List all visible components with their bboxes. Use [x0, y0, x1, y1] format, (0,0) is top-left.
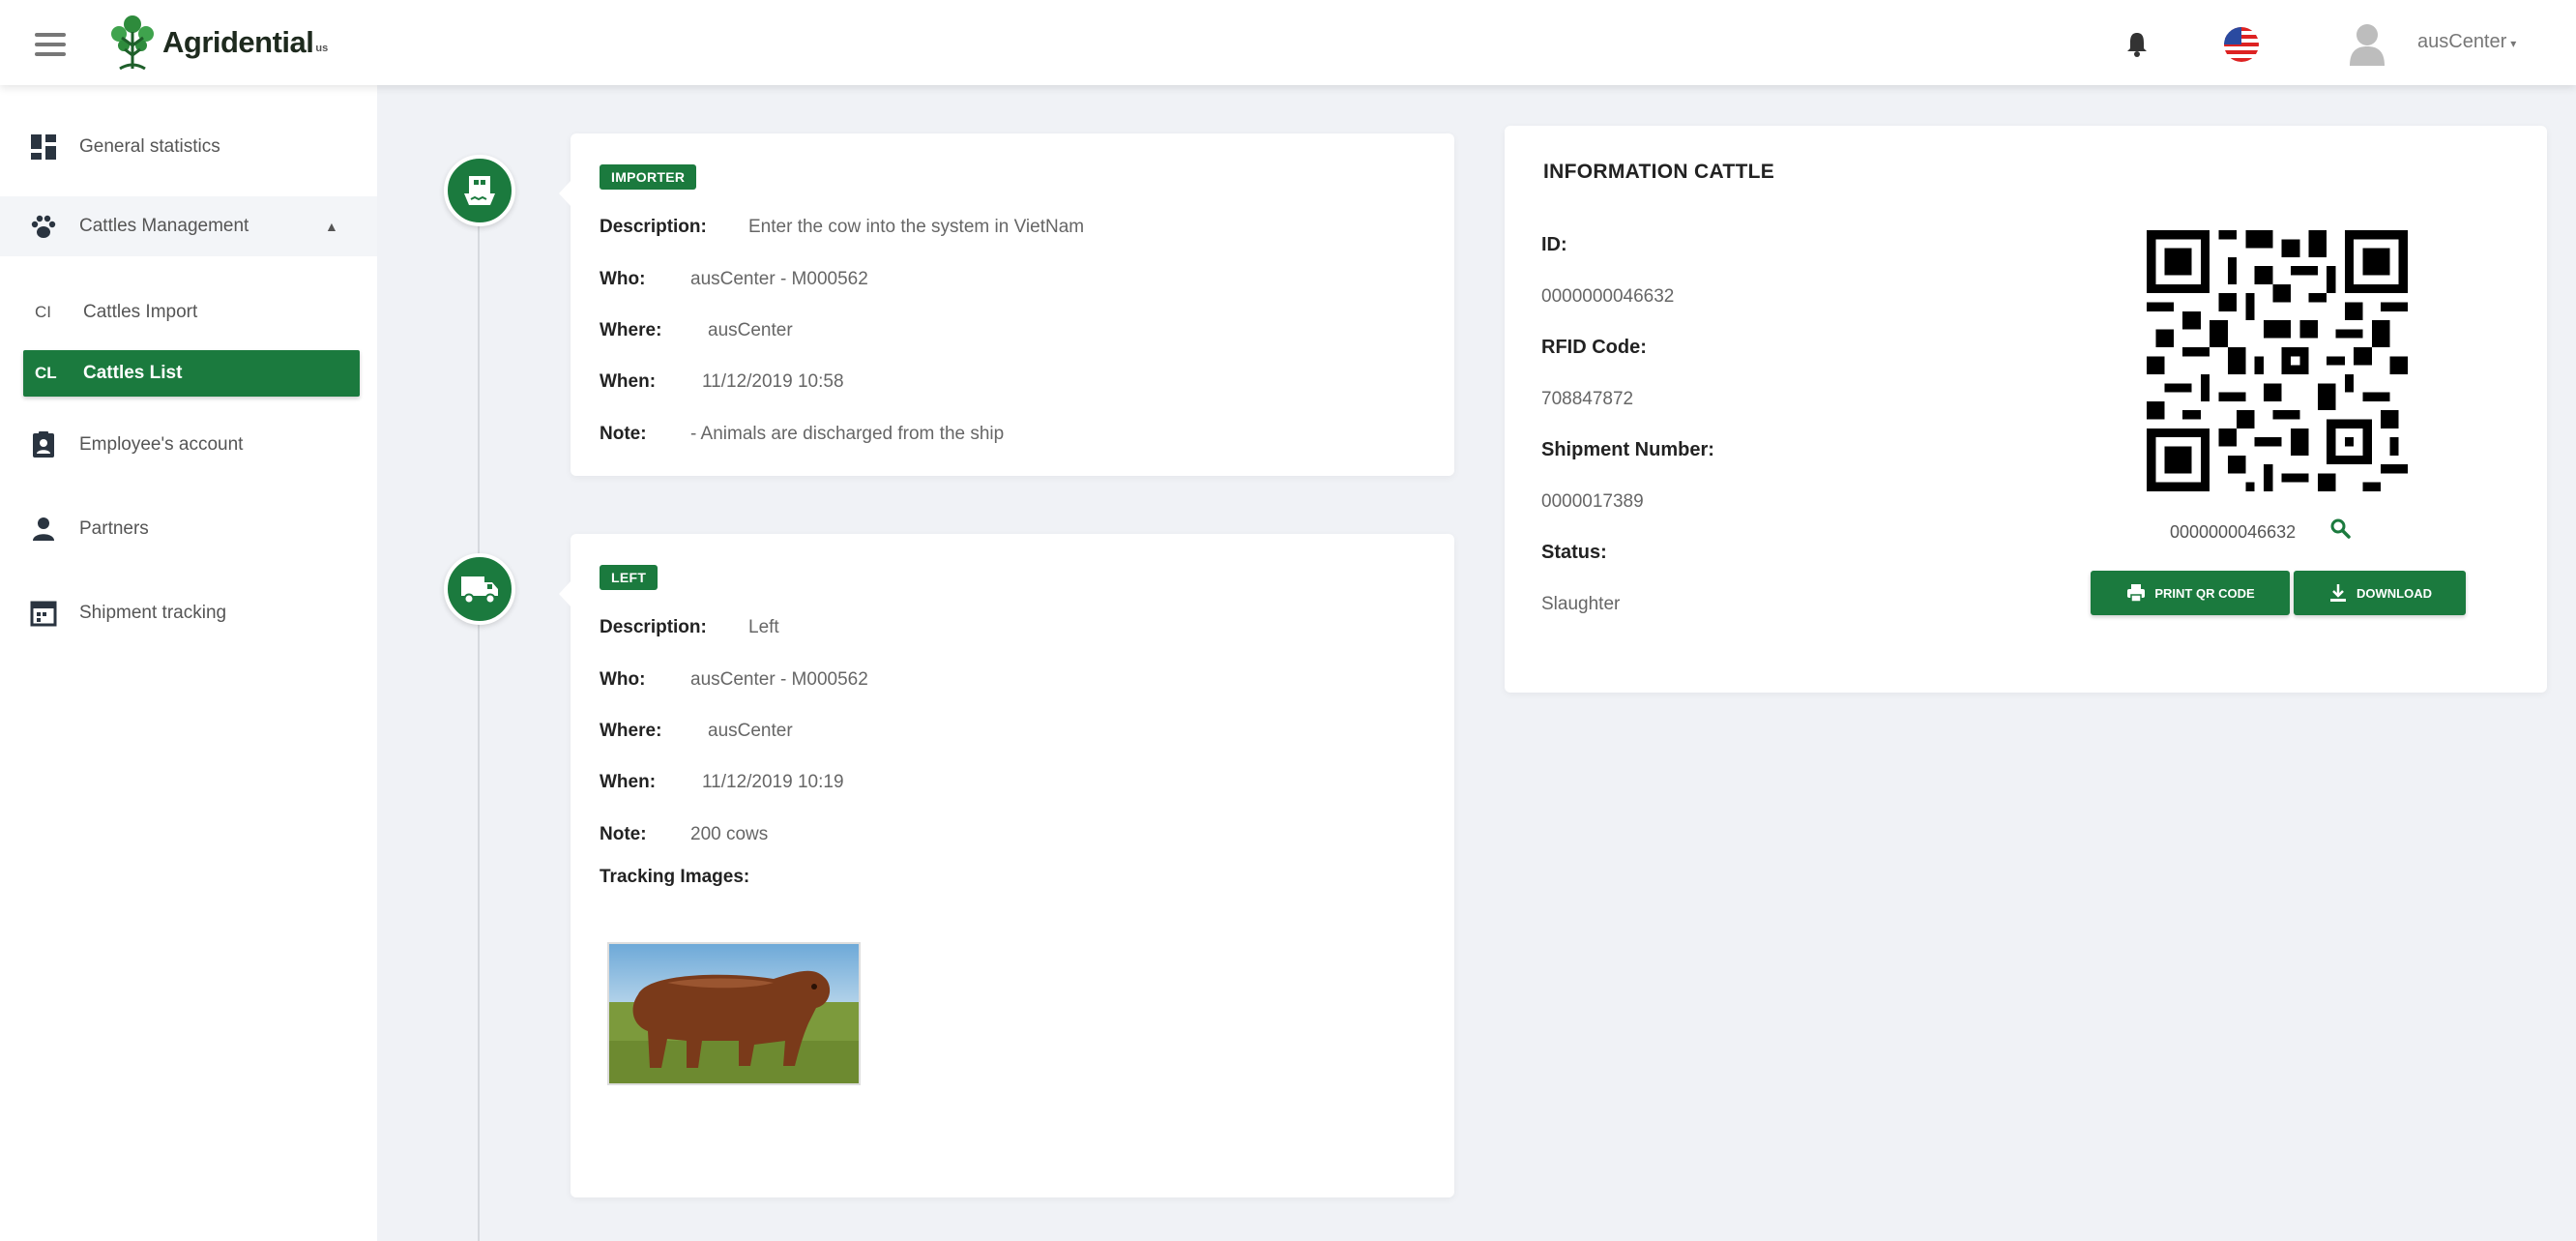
us-flag-icon[interactable]: [2224, 27, 2259, 62]
timeline-truck-icon: [444, 553, 515, 625]
sidebar-item-shipment-tracking[interactable]: Shipment tracking: [0, 583, 377, 643]
calendar-icon: [30, 601, 57, 627]
caret-down-icon: ▾: [2510, 37, 2517, 50]
description-value: Left: [748, 617, 779, 637]
where-label: Where:: [600, 320, 662, 340]
status-badge: LEFT: [600, 565, 659, 590]
logo-suffix: us: [315, 43, 329, 54]
tracking-images-row: Tracking Images:: [600, 867, 749, 888]
sidebar-subitem-cattles-import[interactable]: CI Cattles Import: [23, 289, 360, 336]
description-value: Enter the cow into the system in VietNam: [748, 217, 1085, 237]
card-arrow: [559, 180, 571, 207]
note-row: Note: 200 cows: [600, 824, 768, 845]
caret-up-icon: ▲: [325, 219, 338, 234]
shipment-value: 0000017389: [1541, 491, 1644, 512]
download-button[interactable]: DOWNLOAD: [2294, 571, 2466, 615]
user-name: ausCenter: [2417, 31, 2507, 52]
where-value: ausCenter: [708, 320, 793, 340]
status-badge: IMPORTER: [600, 164, 697, 190]
when-value: 11/12/2019 10:19: [702, 772, 844, 792]
note-label: Note:: [600, 424, 647, 444]
sidebar: General statistics Cattles Management ▲ …: [0, 85, 377, 1241]
tree-logo-icon: [111, 15, 154, 71]
when-label: When:: [600, 772, 657, 792]
status-label: Status:: [1541, 542, 1607, 563]
when-value: 11/12/2019 10:58: [702, 371, 844, 392]
who-value: ausCenter - M000562: [690, 269, 868, 289]
bell-icon[interactable]: [2123, 29, 2151, 58]
card-arrow: [559, 580, 571, 607]
ship-icon: [464, 176, 495, 205]
cow-photo: [609, 944, 859, 1083]
logo-text: Agridential: [162, 25, 314, 59]
note-row: Note: - Animals are discharged from the …: [600, 424, 1004, 445]
qr-code-text: 0000000046632: [2170, 522, 2297, 542]
card-title: INFORMATION CATTLE: [1543, 161, 1775, 183]
person-icon: [33, 517, 54, 541]
id-badge-icon: [33, 431, 54, 458]
rfid-value: 708847872: [1541, 389, 1634, 409]
rfid-label: RFID Code:: [1541, 337, 1647, 358]
description-row: Description: Left: [600, 617, 779, 638]
sidebar-item-label: General statistics: [79, 136, 220, 157]
subitem-abbr: CL: [35, 364, 57, 382]
print-qr-code-label: PRINT QR CODE: [2154, 585, 2255, 601]
paw-icon: [31, 215, 56, 238]
where-row: Where: ausCenter: [600, 320, 793, 341]
zoom-search-icon[interactable]: [2328, 517, 2352, 540]
sidebar-item-partners[interactable]: Partners: [0, 499, 377, 559]
sidebar-item-label: Partners: [79, 518, 149, 539]
note-label: Note:: [600, 824, 647, 844]
download-icon: [2330, 584, 2346, 602]
shipment-label: Shipment Number:: [1541, 439, 1714, 460]
sidebar-item-label: Employee's account: [79, 434, 244, 455]
who-label: Who:: [600, 269, 646, 289]
id-label: ID:: [1541, 234, 1567, 255]
download-label: DOWNLOAD: [2356, 585, 2432, 601]
when-label: When:: [600, 371, 657, 392]
who-row: Who: ausCenter - M000562: [600, 669, 868, 691]
when-row: When: 11/12/2019 10:19: [600, 772, 844, 793]
user-avatar-icon[interactable]: [2348, 21, 2386, 66]
top-navbar: Agridential us ausCenter ▾: [0, 0, 2576, 85]
description-label: Description:: [600, 617, 707, 637]
note-value: - Animals are discharged from the ship: [690, 424, 1005, 444]
note-value: 200 cows: [690, 824, 769, 844]
information-cattle-card: INFORMATION CATTLE ID: 0000000046632 RFI…: [1505, 126, 2547, 693]
printer-icon: [2127, 584, 2146, 603]
description-label: Description:: [600, 217, 707, 237]
when-row: When: 11/12/2019 10:58: [600, 371, 844, 393]
who-value: ausCenter - M000562: [690, 669, 868, 690]
sidebar-item-general-statistics[interactable]: General statistics: [0, 117, 377, 177]
where-label: Where:: [600, 721, 662, 741]
sidebar-item-label: Cattles Management: [79, 216, 249, 236]
where-value: ausCenter: [708, 721, 793, 741]
dashboard-icon: [31, 134, 56, 160]
user-menu[interactable]: ausCenter ▾: [2417, 31, 2516, 53]
sidebar-item-cattles-management[interactable]: Cattles Management ▲: [0, 196, 377, 256]
description-row: Description: Enter the cow into the syst…: [600, 217, 1084, 238]
who-label: Who:: [600, 669, 646, 690]
subitem-label: Cattles List: [83, 363, 183, 383]
sidebar-item-employees-account[interactable]: Employee's account: [0, 415, 377, 475]
id-value: 0000000046632: [1541, 286, 1675, 307]
subitem-abbr: CI: [35, 303, 51, 321]
qr-code-image: [2147, 230, 2408, 491]
timeline-line: [478, 172, 480, 1241]
who-row: Who: ausCenter - M000562: [600, 269, 868, 290]
hamburger-menu-icon[interactable]: [35, 33, 66, 56]
timeline-card-importer: IMPORTER Description: Enter the cow into…: [559, 133, 1454, 476]
timeline-ship-icon: [444, 155, 515, 226]
logo[interactable]: Agridential us: [106, 14, 328, 72]
sidebar-item-label: Shipment tracking: [79, 603, 227, 623]
tracking-image-cow[interactable]: [607, 942, 861, 1085]
tracking-images-label: Tracking Images:: [600, 867, 750, 887]
print-qr-code-button[interactable]: PRINT QR CODE: [2091, 571, 2290, 615]
subitem-label: Cattles Import: [83, 302, 198, 322]
where-row: Where: ausCenter: [600, 721, 793, 742]
timeline-card-left: LEFT Description: Left Who: ausCenter - …: [559, 534, 1454, 1197]
sidebar-subitem-cattles-list[interactable]: CL Cattles List: [23, 350, 360, 397]
status-value: Slaughter: [1541, 594, 1621, 614]
truck-icon: [461, 576, 498, 605]
